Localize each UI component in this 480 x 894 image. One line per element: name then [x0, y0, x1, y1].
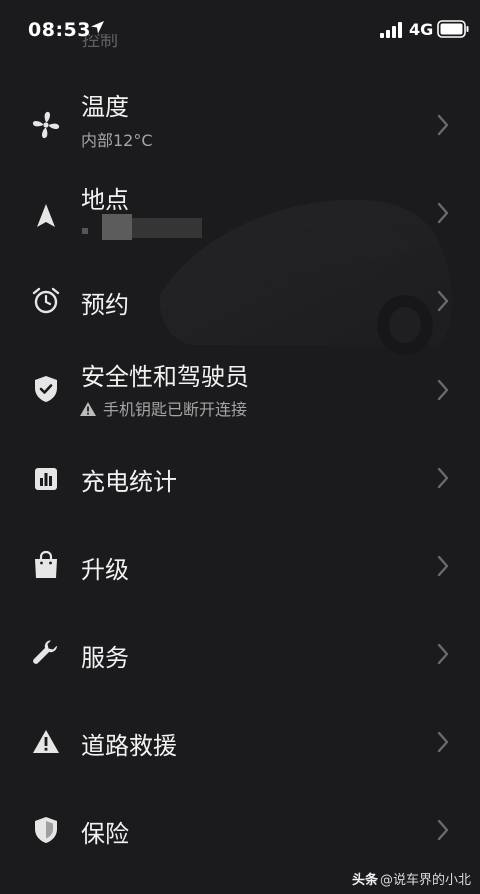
chevron-right-icon — [437, 731, 449, 753]
menu-item-label: 服务 — [81, 644, 129, 672]
bar-chart-icon — [31, 464, 61, 494]
shopping-bag-icon — [31, 550, 61, 580]
warning-triangle-icon — [31, 727, 61, 757]
menu-item-label: 道路救援 — [81, 732, 177, 760]
redacted-address — [82, 214, 212, 244]
chevron-right-icon — [437, 379, 449, 401]
menu-item-schedule[interactable]: 预约 — [0, 256, 480, 344]
menu-item-upgrades[interactable]: 升级 — [0, 521, 480, 609]
watermark-brand: 头条 — [352, 873, 379, 888]
chevron-right-icon — [437, 643, 449, 665]
chevron-right-icon — [437, 290, 449, 312]
menu-item-service[interactable]: 服务 — [0, 609, 480, 697]
menu-item-subtitle: 手机钥匙已断开连接 — [79, 396, 247, 420]
chevron-right-icon — [437, 819, 449, 841]
menu-item-label: 充电统计 — [81, 468, 177, 496]
menu-item-roadside-assistance[interactable]: 道路救援 — [0, 697, 480, 785]
menu-item-subtitle: 内部12°C — [81, 131, 153, 150]
fan-icon — [31, 110, 61, 140]
chevron-right-icon — [437, 114, 449, 136]
menu-item-label: 安全性和驾驶员 — [81, 363, 249, 391]
alarm-clock-icon — [31, 286, 61, 316]
menu-item-location[interactable]: 地点 — [0, 168, 480, 256]
shield-check-icon — [31, 374, 61, 404]
wrench-icon — [31, 639, 61, 669]
watermark-handle: @说车界的小北 — [380, 873, 472, 888]
phone-key-status: 手机钥匙已断开连接 — [103, 400, 248, 419]
chevron-right-icon — [437, 202, 449, 224]
settings-menu: 温度 内部12°C 地点 预约 安全性和驾驶员 手机钥匙已断开连接 充电统计 升… — [0, 0, 480, 894]
menu-item-charging-stats[interactable]: 充电统计 — [0, 433, 480, 521]
chevron-right-icon — [437, 555, 449, 577]
menu-item-label: 升级 — [81, 556, 129, 584]
menu-item-label: 保险 — [81, 820, 129, 848]
warning-icon — [80, 402, 96, 416]
watermark: 头条 @说车界的小北 — [352, 869, 471, 888]
menu-item-insurance[interactable]: 保险 — [0, 785, 480, 873]
menu-item-label: 地点 — [81, 186, 129, 214]
menu-item-label: 温度 — [81, 93, 129, 121]
shield-icon — [31, 815, 61, 845]
menu-item-temperature[interactable]: 温度 内部12°C — [0, 80, 480, 168]
chevron-right-icon — [437, 467, 449, 489]
menu-item-label: 预约 — [81, 291, 129, 319]
navigation-arrow-icon — [31, 201, 61, 231]
menu-item-safety-driver[interactable]: 安全性和驾驶员 手机钥匙已断开连接 — [0, 345, 480, 433]
